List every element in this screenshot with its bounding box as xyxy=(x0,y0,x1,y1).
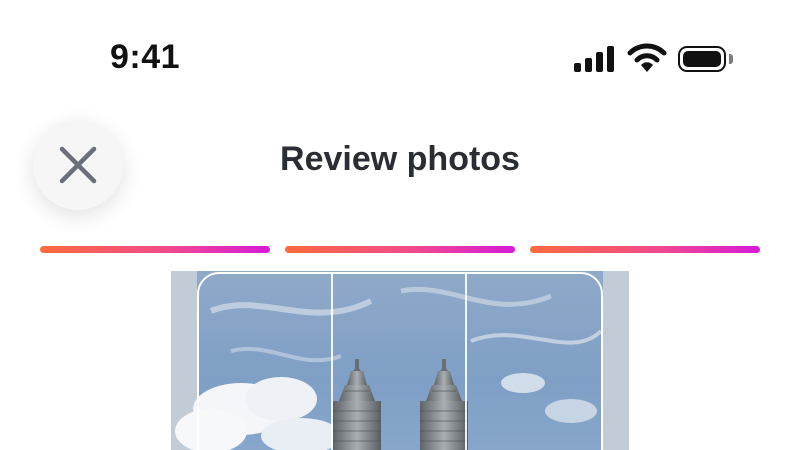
wifi-icon xyxy=(627,42,667,74)
cellular-signal-icon xyxy=(574,46,616,72)
crop-gridline-1 xyxy=(331,272,333,450)
page-title: Review photos xyxy=(280,140,520,178)
crop-gridline-2 xyxy=(465,272,467,450)
battery-cap xyxy=(729,54,733,64)
photo-preview[interactable] xyxy=(171,271,629,450)
battery-level xyxy=(683,51,721,67)
progress-segment-1 xyxy=(40,246,270,253)
status-time: 9:41 xyxy=(110,38,181,76)
progress-segment-3 xyxy=(530,246,760,253)
battery-icon xyxy=(678,46,726,72)
progress-segment-2 xyxy=(285,246,515,253)
crop-frame[interactable] xyxy=(197,272,603,450)
status-bar: 9:41 xyxy=(0,0,800,110)
